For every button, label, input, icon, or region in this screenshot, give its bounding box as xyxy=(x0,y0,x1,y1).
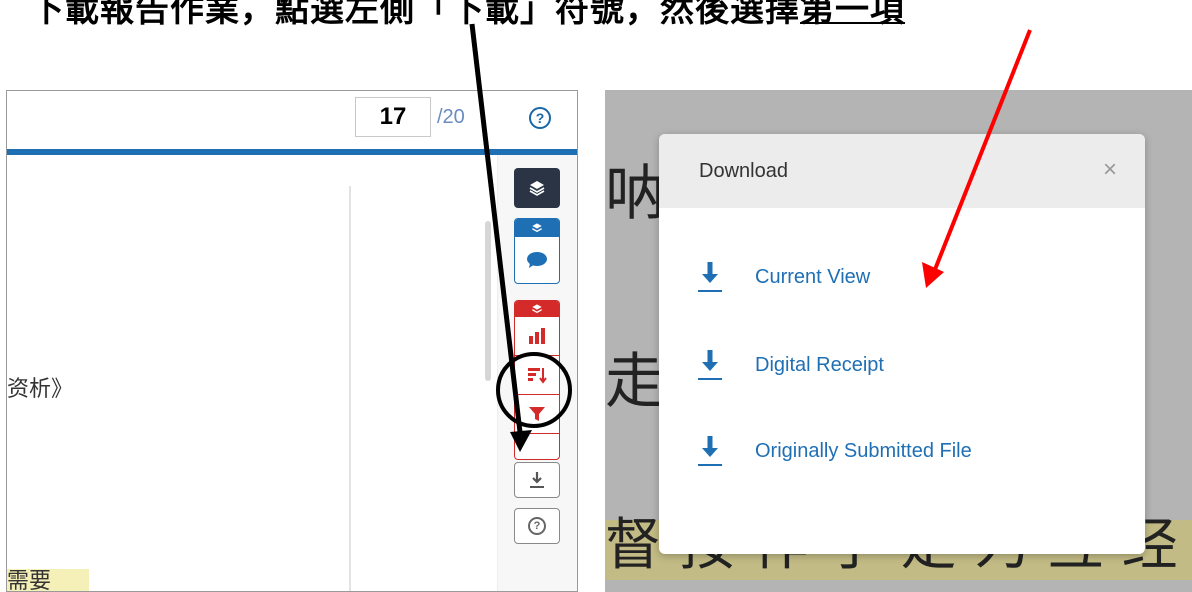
download-item-label: Originally Submitted File xyxy=(755,439,972,462)
download-item-label: Current View xyxy=(755,265,871,288)
side-tools: ? xyxy=(6,90,576,590)
download-icon xyxy=(698,262,722,292)
background-char: 走 xyxy=(605,347,665,417)
modal-header: Download × xyxy=(659,134,1145,208)
help-button[interactable]: ? xyxy=(514,508,560,544)
similarity-group xyxy=(514,218,560,284)
download-item-label: Digital Receipt xyxy=(755,353,884,376)
comment-button[interactable] xyxy=(515,237,559,283)
download-digital-receipt[interactable]: Digital Receipt xyxy=(695,348,884,382)
layers-icon xyxy=(529,181,545,196)
download-icon xyxy=(530,472,544,488)
bar-chart-icon xyxy=(529,328,545,344)
help-icon: ? xyxy=(528,517,546,535)
download-panel: 呐 走 督 按 作 了 足 为 互 经 册 Download × Current… xyxy=(605,90,1192,592)
download-original-file[interactable]: Originally Submitted File xyxy=(695,434,972,468)
comment-icon xyxy=(527,252,547,268)
layers-icon xyxy=(532,304,542,314)
instruction-text: 下載報告作業，點選左側「下載」符號，然後選擇第一項 xyxy=(30,0,905,31)
annotation-circle xyxy=(496,352,572,428)
background-char: 呐 xyxy=(605,159,665,229)
report-layers-button[interactable] xyxy=(515,301,559,317)
instruction-main: 下載報告作業，點選左側「下載」符號，然後選擇 xyxy=(30,0,800,30)
download-button[interactable] xyxy=(514,462,560,498)
layers-icon xyxy=(532,223,542,233)
close-icon[interactable]: × xyxy=(1103,156,1117,184)
similarity-layers-button[interactable] xyxy=(515,219,559,237)
bar-chart-button[interactable] xyxy=(515,317,559,356)
layers-dark-button[interactable] xyxy=(514,168,560,208)
download-current-view[interactable]: Current View xyxy=(695,260,870,294)
modal-title: Download xyxy=(699,160,788,182)
download-icon xyxy=(698,436,722,466)
download-modal: Download × Current View Digital Receipt xyxy=(659,134,1145,554)
download-icon xyxy=(698,350,722,380)
instruction-underlined: 第一項 xyxy=(800,0,905,30)
